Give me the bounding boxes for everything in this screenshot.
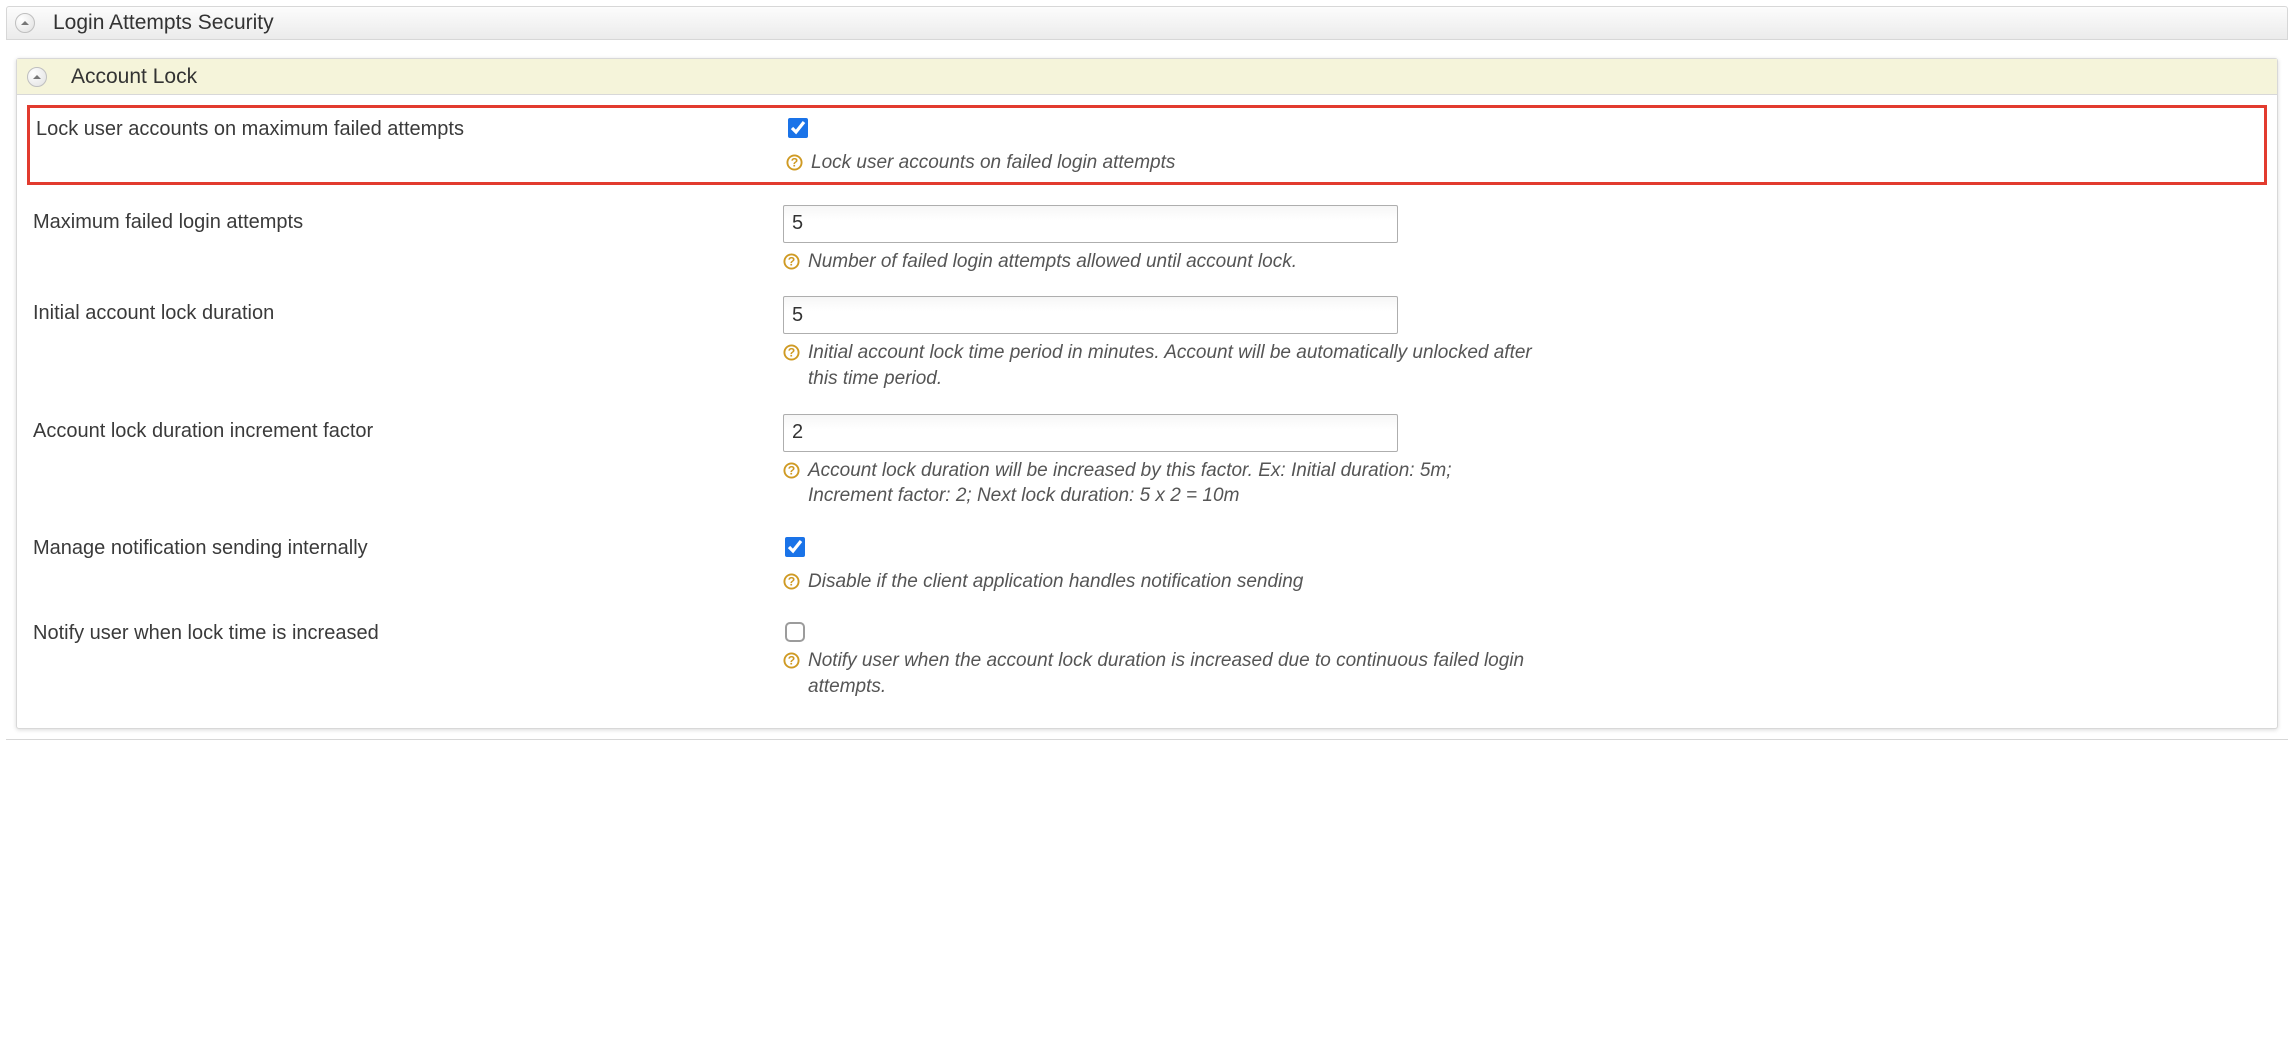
label-manage-notif: Manage notification sending internally [33,531,783,560]
label-max-failed: Maximum failed login attempts [33,205,783,234]
svg-text:?: ? [788,654,796,668]
help-increment-factor: ? Account lock duration will be increase… [783,458,1533,509]
help-text: Initial account lock time period in minu… [808,340,1533,391]
svg-text:?: ? [788,346,796,360]
outer-panel-title: Login Attempts Security [53,11,274,35]
control-initial-duration: ? Initial account lock time period in mi… [783,296,1533,391]
svg-text:?: ? [788,574,796,588]
highlighted-setting: Lock user accounts on maximum failed att… [27,105,2267,185]
login-attempts-security-panel: Login Attempts Security Account Lock Loc… [6,6,2288,740]
help-icon: ? [786,154,803,171]
input-max-failed[interactable] [783,205,1398,243]
control-lock-on-max: ? Lock user accounts on failed login att… [786,112,1536,176]
help-icon: ? [783,253,800,270]
help-icon: ? [783,652,800,669]
row-lock-on-max: Lock user accounts on maximum failed att… [36,112,2258,176]
collapse-toggle-outer[interactable] [15,13,35,33]
control-increment-factor: ? Account lock duration will be increase… [783,414,1533,509]
help-text: Notify user when the account lock durati… [808,648,1533,699]
chevron-up-icon [32,72,42,82]
checkbox-lock-on-max[interactable] [788,118,808,138]
help-notify-increase: ? Notify user when the account lock dura… [783,648,1533,699]
account-lock-panel: Account Lock Lock user accounts on maxim… [16,58,2278,729]
inner-panel-header: Account Lock [17,59,2277,95]
help-icon: ? [783,573,800,590]
svg-text:?: ? [791,155,799,169]
help-icon: ? [783,344,800,361]
chevron-up-icon [20,18,30,28]
help-max-failed: ? Number of failed login attempts allowe… [783,249,1533,275]
control-manage-notif: ? Disable if the client application hand… [783,531,1533,595]
input-initial-duration[interactable] [783,296,1398,334]
checkbox-manage-notif[interactable] [785,537,805,557]
row-manage-notif: Manage notification sending internally ?… [33,531,2261,595]
control-notify-increase: ? Notify user when the account lock dura… [783,616,1533,699]
inner-panel-title: Account Lock [71,65,197,89]
label-initial-duration: Initial account lock duration [33,296,783,325]
collapse-toggle-inner[interactable] [27,67,47,87]
label-lock-on-max: Lock user accounts on maximum failed att… [36,112,786,141]
help-lock-on-max: ? Lock user accounts on failed login att… [786,150,1536,176]
svg-text:?: ? [788,254,796,268]
help-text: Account lock duration will be increased … [808,458,1533,509]
row-max-failed: Maximum failed login attempts ? Number o… [33,205,2261,275]
help-icon: ? [783,462,800,479]
svg-text:?: ? [788,463,796,477]
control-max-failed: ? Number of failed login attempts allowe… [783,205,1533,275]
label-notify-increase: Notify user when lock time is increased [33,616,783,645]
checkbox-notify-increase[interactable] [785,622,805,642]
input-increment-factor[interactable] [783,414,1398,452]
label-increment-factor: Account lock duration increment factor [33,414,783,443]
row-increment-factor: Account lock duration increment factor ?… [33,414,2261,509]
row-notify-increase: Notify user when lock time is increased … [33,616,2261,699]
help-manage-notif: ? Disable if the client application hand… [783,569,1533,595]
row-initial-duration: Initial account lock duration ? Initial … [33,296,2261,391]
form-body: Lock user accounts on maximum failed att… [17,95,2277,728]
outer-panel-header: Login Attempts Security [6,6,2288,40]
help-text: Disable if the client application handle… [808,569,1303,595]
help-initial-duration: ? Initial account lock time period in mi… [783,340,1533,391]
help-text: Number of failed login attempts allowed … [808,249,1297,275]
help-text: Lock user accounts on failed login attem… [811,150,1175,176]
